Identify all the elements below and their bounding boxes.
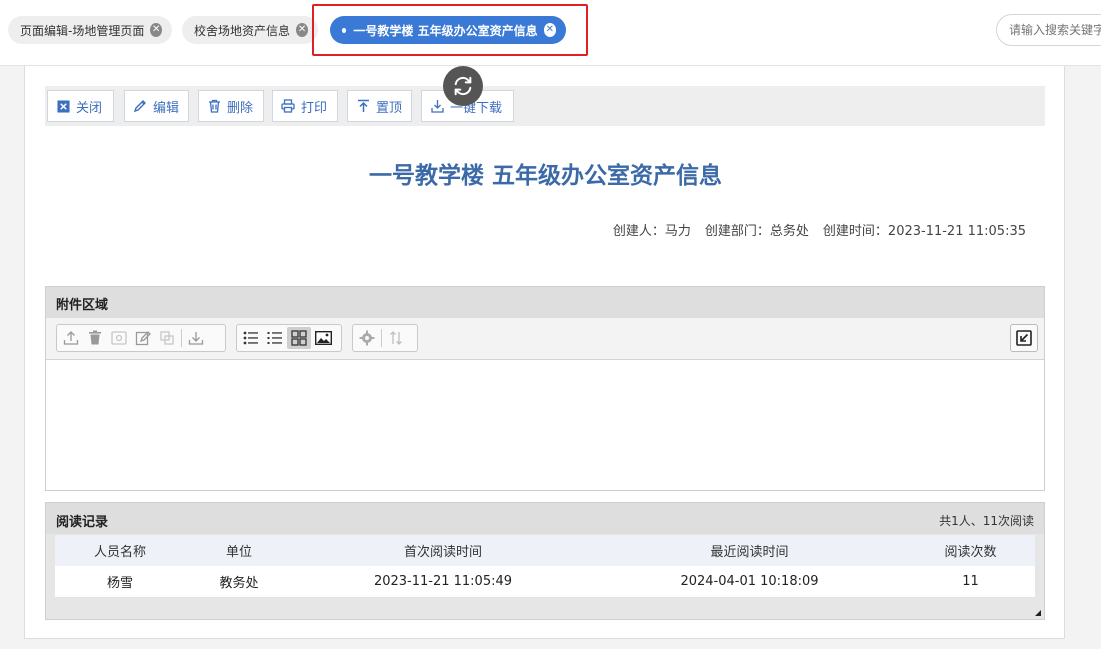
page-title: 一号教学楼 五年级办公室资产信息 xyxy=(368,163,722,189)
search-input[interactable] xyxy=(996,14,1101,46)
refresh-icon xyxy=(454,76,472,96)
department: 创建部门：总务处 xyxy=(704,224,809,239)
file-action-group xyxy=(56,324,226,352)
column-header: 单位 xyxy=(185,535,293,566)
cell-person: 杨雪 xyxy=(55,566,185,598)
creator: 创建人：马力 xyxy=(612,224,691,239)
attachment-title: 附件区域 xyxy=(46,287,1044,318)
read-summary: 共1人、11次阅读 xyxy=(939,514,1034,528)
edit-button[interactable]: 编辑 xyxy=(124,90,189,122)
print-button[interactable]: 打印 xyxy=(272,90,338,122)
read-records-title: 阅读记录 xyxy=(56,515,109,530)
divider xyxy=(381,329,382,347)
column-header: 阅读次数 xyxy=(906,535,1035,566)
refresh-button[interactable] xyxy=(443,66,483,106)
close-icon xyxy=(56,99,70,113)
attachment-list xyxy=(46,360,1044,490)
download-icon xyxy=(430,99,444,113)
grid-view-icon[interactable] xyxy=(287,327,311,349)
column-header: 最近阅读时间 xyxy=(593,535,906,566)
edit-label: 编辑 xyxy=(153,100,180,116)
tab-bar: 页面编辑-场地管理页面 ✕ 校舍场地资产信息 ✕ 一号教学楼 五年级办公室资产信… xyxy=(0,0,1101,66)
view-mode-group xyxy=(236,324,342,352)
close-label: 关闭 xyxy=(76,100,103,116)
created-time: 创建时间：2023-11-21 11:05:35 xyxy=(822,224,1026,239)
resize-handle[interactable] xyxy=(1035,610,1041,616)
bullet-list-icon[interactable] xyxy=(239,327,263,349)
settings-group xyxy=(352,324,418,352)
gear-icon[interactable] xyxy=(355,327,379,349)
attachment-area: 附件区域 xyxy=(45,286,1045,491)
close-button[interactable]: 关闭 xyxy=(47,90,114,122)
cell-first-read: 2023-11-21 11:05:49 xyxy=(293,566,593,598)
highlight-box xyxy=(312,4,588,56)
column-header: 首次阅读时间 xyxy=(293,535,593,566)
document-meta: 创建人：马力 创建部门：总务处 创建时间：2023-11-21 11:05:35 xyxy=(613,220,1026,239)
image-view-icon[interactable] xyxy=(311,327,335,349)
table-row[interactable]: 杨雪 教务处 2023-11-21 11:05:49 2024-04-01 10… xyxy=(55,566,1035,598)
expand-icon xyxy=(1016,330,1032,346)
print-label: 打印 xyxy=(301,100,328,116)
pencil-icon xyxy=(133,99,147,113)
detail-list-icon[interactable] xyxy=(263,327,287,349)
printer-icon xyxy=(281,99,295,113)
upload-icon[interactable] xyxy=(59,327,83,349)
table-header-row: 人员名称 单位 首次阅读时间 最近阅读时间 阅读次数 xyxy=(55,535,1035,566)
attachment-toolbar xyxy=(46,318,1044,360)
delete-button[interactable]: 删除 xyxy=(198,90,264,122)
arrow-to-top-icon xyxy=(356,99,370,113)
tab-label: 页面编辑-场地管理页面 xyxy=(20,23,145,38)
expand-button[interactable] xyxy=(1010,324,1038,352)
sort-icon[interactable] xyxy=(384,327,408,349)
tab-page-edit[interactable]: 页面编辑-场地管理页面 ✕ xyxy=(8,16,172,44)
download-icon[interactable] xyxy=(184,327,208,349)
rename-icon[interactable] xyxy=(131,327,155,349)
tab-label: 校舍场地资产信息 xyxy=(194,23,291,38)
cell-read-count: 11 xyxy=(906,566,1035,598)
trash-icon xyxy=(207,99,221,113)
read-records-table: 人员名称 单位 首次阅读时间 最近阅读时间 阅读次数 杨雪 教务处 2023-1… xyxy=(55,535,1035,598)
cell-unit: 教务处 xyxy=(185,566,293,598)
delete-label: 删除 xyxy=(227,100,254,116)
action-toolbar: 关闭 编辑 删除 打印 置顶 一键下载 xyxy=(45,86,1045,126)
column-header: 人员名称 xyxy=(55,535,185,566)
tab-campus-assets[interactable]: 校舍场地资产信息 ✕ xyxy=(182,16,318,44)
copy-icon[interactable] xyxy=(155,327,179,349)
divider xyxy=(181,329,182,347)
read-records-header: 阅读记录 共1人、11次阅读 xyxy=(46,503,1044,534)
close-tab-icon[interactable]: ✕ xyxy=(150,23,162,37)
document-panel: 关闭 编辑 删除 打印 置顶 一键下载 一号教学楼 五年级办公室资产信息 创建人… xyxy=(24,66,1065,639)
trash-icon[interactable] xyxy=(83,327,107,349)
pin-top-button[interactable]: 置顶 xyxy=(347,90,412,122)
close-tab-icon[interactable]: ✕ xyxy=(296,23,308,37)
read-records: 阅读记录 共1人、11次阅读 人员名称 单位 首次阅读时间 最近阅读时间 阅读次… xyxy=(45,502,1045,620)
pin-top-label: 置顶 xyxy=(376,100,403,116)
preview-icon[interactable] xyxy=(107,327,131,349)
cell-last-read: 2024-04-01 10:18:09 xyxy=(593,566,906,598)
